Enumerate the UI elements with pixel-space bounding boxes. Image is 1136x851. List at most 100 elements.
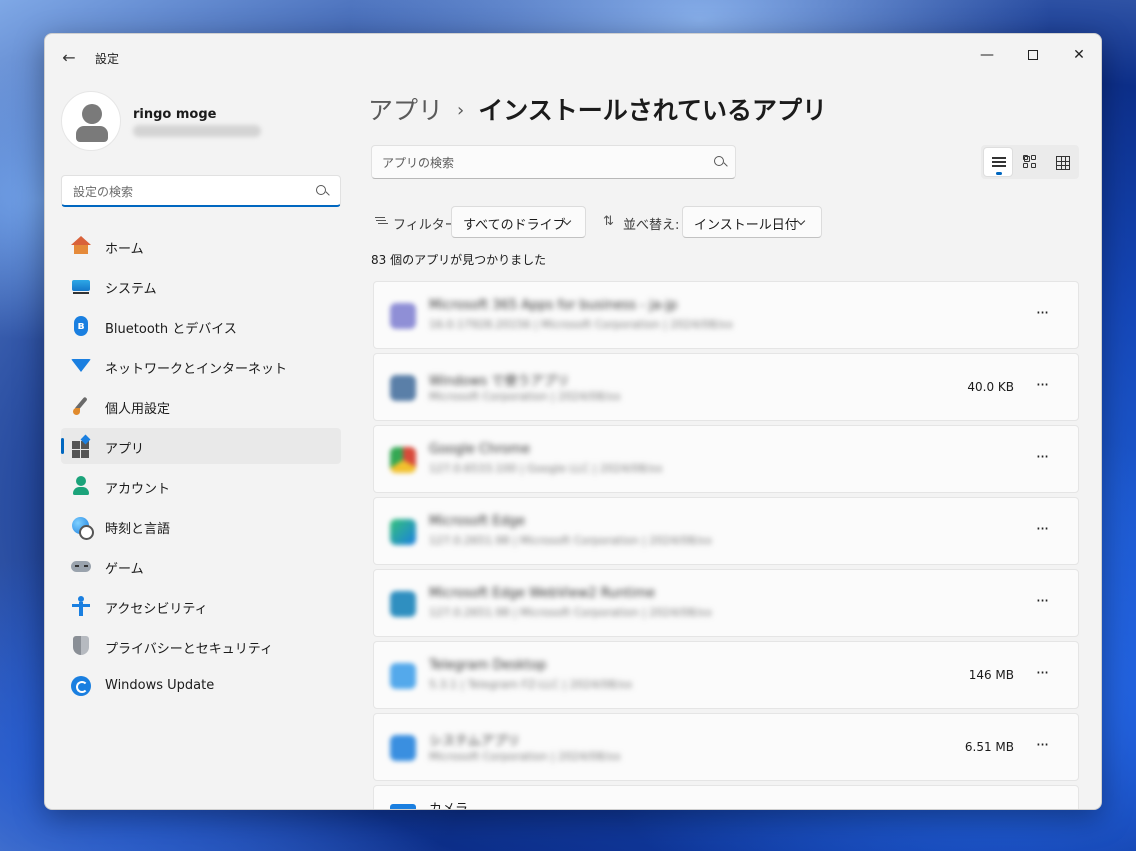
app-icon — [390, 735, 416, 761]
sidebar-item-accounts[interactable]: アカウント — [61, 468, 341, 504]
app-title: 設定 — [95, 52, 120, 66]
avatar[interactable] — [61, 91, 121, 151]
sidebar-item-apps[interactable]: アプリ — [61, 428, 341, 464]
breadcrumb: アプリ › インストールされているアプリ — [368, 91, 827, 127]
sidebar-item-personalization[interactable]: 個人用設定 — [61, 388, 341, 424]
filter-dropdown-value: すべてのドライブ — [463, 218, 566, 233]
page-title: インストールされているアプリ — [478, 96, 827, 125]
wifi-icon — [71, 356, 91, 376]
sidebar-item-home[interactable]: ホーム — [61, 228, 341, 264]
app-search-input[interactable]: アプリの検索 — [371, 145, 736, 179]
more-options-button[interactable]: ··· — [1028, 662, 1056, 690]
sort-label: 並べ替え: — [623, 218, 680, 233]
person-icon — [82, 104, 102, 124]
app-meta: 127.0.2651.98 | Microsoft Corporation | … — [429, 606, 712, 619]
list-item[interactable]: システムアプリ Microsoft Corporation | 2024/08/… — [373, 713, 1079, 781]
settings-window: ← 設定 — ✕ ringo moge 設定の検索 ホーム システム Bluet… — [44, 33, 1102, 810]
app-meta: 127.0.2651.98 | Microsoft Corporation | … — [429, 534, 712, 547]
game-controller-icon — [71, 556, 91, 576]
sort-dropdown-value: インストール日付 — [694, 218, 798, 233]
apps-icon — [71, 436, 91, 456]
system-icon — [71, 276, 91, 296]
sidebar-item-label: ホーム — [105, 242, 144, 257]
list-item[interactable]: Microsoft Edge 127.0.2651.98 | Microsoft… — [373, 497, 1079, 565]
search-icon[interactable] — [316, 185, 330, 199]
settings-search-placeholder: 設定の検索 — [73, 185, 134, 199]
brush-icon — [71, 396, 91, 416]
list-item[interactable]: Microsoft 365 Apps for business - ja-jp … — [373, 281, 1079, 349]
sidebar-item-system[interactable]: システム — [61, 268, 341, 304]
app-name: Microsoft Edge — [429, 514, 526, 529]
sidebar-item-label: ゲーム — [105, 562, 144, 577]
grid-view-button[interactable] — [1015, 147, 1045, 177]
app-name: Telegram Desktop — [429, 658, 547, 673]
maximize-icon — [1028, 50, 1038, 60]
sidebar-item-network[interactable]: ネットワークとインターネット — [61, 348, 341, 384]
breadcrumb-parent[interactable]: アプリ — [368, 96, 443, 125]
sidebar-item-label: アクセシビリティ — [105, 602, 208, 617]
filter-dropdown[interactable]: すべてのドライブ — [451, 206, 586, 238]
view-mode-toggle — [981, 145, 1079, 179]
app-name: Windows で使うアプリ — [429, 374, 570, 389]
sidebar-item-label: 個人用設定 — [105, 402, 171, 417]
app-meta: 16.0.17928.20156 | Microsoft Corporation… — [429, 318, 733, 331]
filter-sort-bar: フィルター: すべてのドライブ ⇅ 並べ替え: インストール日付 — [371, 206, 1071, 240]
more-options-button[interactable]: ··· — [1028, 518, 1056, 546]
title-bar: ← 設定 — ✕ — [45, 34, 1101, 82]
list-item[interactable]: カメラ — [373, 785, 1079, 809]
app-size: 146 MB — [968, 668, 1014, 682]
sidebar-item-bluetooth[interactable]: Bluetooth とデバイス — [61, 308, 341, 344]
list-item[interactable]: Windows で使うアプリ Microsoft Corporation | 2… — [373, 353, 1079, 421]
app-meta: 5.3.1 | Telegram FZ-LLC | 2024/08/xx — [429, 678, 633, 691]
sidebar-item-label: アカウント — [105, 482, 171, 497]
app-icon — [390, 591, 416, 617]
app-name: システムアプリ — [429, 734, 520, 749]
list-item[interactable]: Telegram Desktop 5.3.1 | Telegram FZ-LLC… — [373, 641, 1079, 709]
sidebar-item-windows-update[interactable]: Windows Update — [61, 668, 341, 704]
app-icon — [390, 447, 416, 473]
app-name: Google Chrome — [429, 442, 530, 457]
maximize-button[interactable] — [1013, 40, 1053, 70]
more-options-button[interactable]: ··· — [1028, 734, 1056, 762]
installed-app-list: Microsoft 365 Apps for business - ja-jp … — [373, 281, 1079, 809]
app-count-text: 83 個のアプリが見つかりました — [371, 253, 547, 267]
sidebar-item-time-language[interactable]: 時刻と言語 — [61, 508, 341, 544]
app-name: Microsoft Edge WebView2 Runtime — [429, 586, 656, 601]
back-arrow-icon[interactable]: ← — [59, 48, 79, 68]
app-icon — [390, 519, 416, 545]
minimize-button[interactable]: — — [967, 40, 1007, 70]
list-view-button[interactable] — [983, 147, 1013, 177]
sidebar-item-label: Windows Update — [105, 678, 215, 693]
bluetooth-icon — [71, 316, 91, 336]
account-icon — [71, 476, 91, 496]
user-name: ringo moge — [133, 107, 217, 122]
sort-dropdown[interactable]: インストール日付 — [682, 206, 822, 238]
sidebar-item-accessibility[interactable]: アクセシビリティ — [61, 588, 341, 624]
app-meta: 127.0.6533.100 | Google LLC | 2024/08/xx — [429, 462, 663, 475]
time-language-icon — [71, 516, 94, 540]
close-button[interactable]: ✕ — [1059, 40, 1099, 70]
sidebar-item-label: 時刻と言語 — [105, 522, 171, 537]
home-icon — [71, 236, 91, 256]
sidebar-item-gaming[interactable]: ゲーム — [61, 548, 341, 584]
accessibility-icon — [71, 596, 91, 616]
settings-search-input[interactable]: 設定の検索 — [61, 175, 341, 207]
app-name: Microsoft 365 Apps for business - ja-jp — [429, 298, 678, 313]
list-item[interactable]: Google Chrome 127.0.6533.100 | Google LL… — [373, 425, 1079, 493]
sidebar-item-label: Bluetooth とデバイス — [105, 322, 237, 337]
table-view-button[interactable] — [1047, 147, 1077, 177]
app-size: 6.51 MB — [964, 740, 1014, 754]
more-options-button[interactable]: ··· — [1028, 590, 1056, 618]
more-options-button[interactable]: ··· — [1028, 302, 1056, 330]
app-icon — [390, 663, 416, 689]
sidebar-item-label: プライバシーとセキュリティ — [105, 642, 273, 657]
search-icon[interactable] — [714, 156, 728, 170]
sidebar-item-label: アプリ — [105, 442, 145, 457]
more-options-button[interactable]: ··· — [1028, 374, 1056, 402]
more-options-button[interactable]: ··· — [1028, 446, 1056, 474]
sidebar-nav: ホーム システム Bluetooth とデバイス ネットワークとインターネット … — [61, 228, 341, 708]
sidebar-item-privacy[interactable]: プライバシーとセキュリティ — [61, 628, 341, 664]
sidebar-item-label: システム — [105, 282, 157, 297]
shield-icon — [71, 636, 91, 656]
list-item[interactable]: Microsoft Edge WebView2 Runtime 127.0.26… — [373, 569, 1079, 637]
